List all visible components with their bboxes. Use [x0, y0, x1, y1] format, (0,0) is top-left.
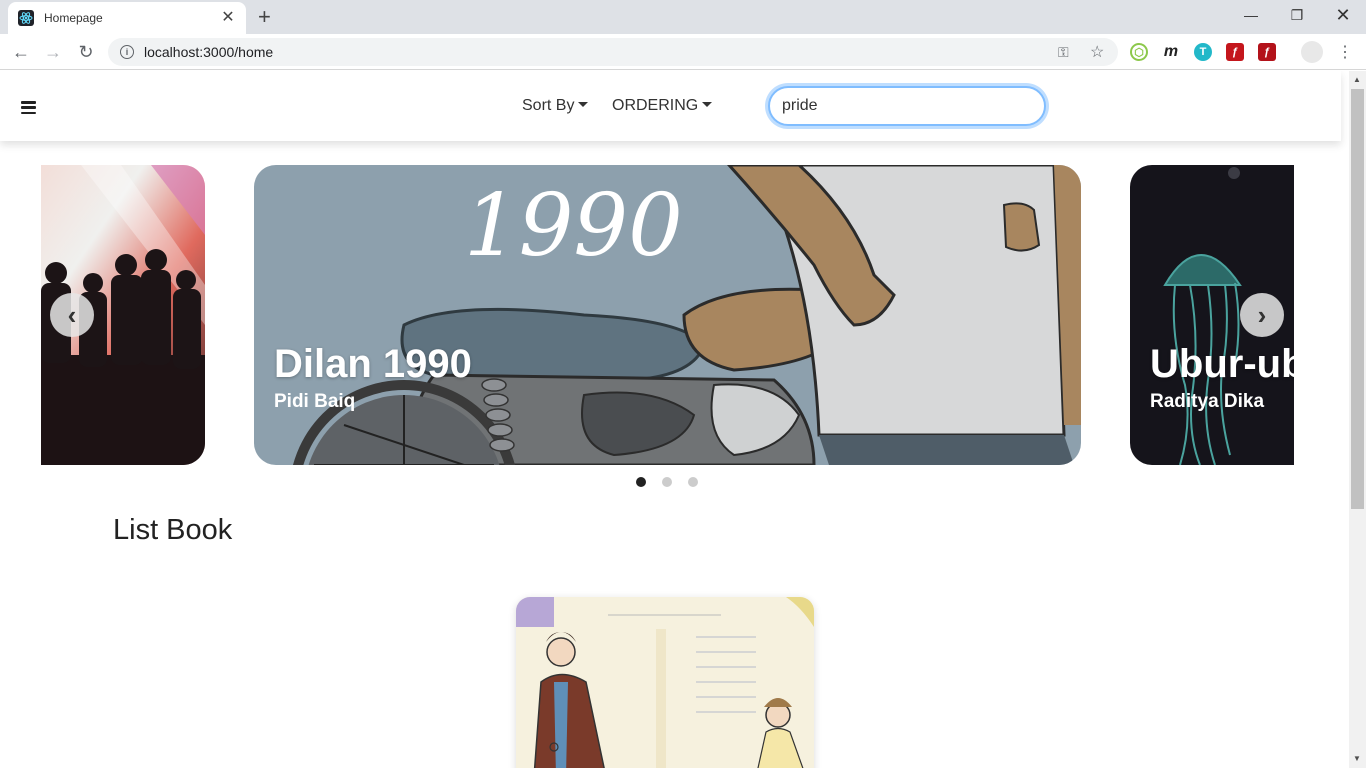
carousel-prev-button[interactable]: ‹ — [50, 293, 94, 337]
pride-prejudice-cover-image — [516, 597, 814, 768]
sort-by-label: Sort By — [522, 97, 575, 114]
slide-author: Raditya Dika — [1150, 391, 1265, 412]
caret-down-icon — [702, 101, 713, 107]
close-window-icon[interactable]: ✕ — [1320, 0, 1366, 30]
m-extension-icon[interactable]: m — [1162, 43, 1180, 61]
url-text: localhost:3000/home — [144, 44, 274, 60]
ordering-dropdown[interactable]: ORDERING — [612, 97, 713, 115]
site-info-icon[interactable]: i — [120, 45, 134, 59]
flash-extension-icon[interactable]: ƒ — [1226, 43, 1244, 61]
flash-player-extension-icon[interactable]: ƒ — [1258, 43, 1276, 61]
key-icon[interactable]: ⚿ — [1058, 44, 1069, 61]
browser-tab[interactable]: Homepage ✕ — [8, 2, 246, 34]
profile-avatar-icon[interactable] — [1301, 41, 1323, 63]
browser-tab-bar: Homepage ✕ + — ❐ ✕ — [0, 0, 1366, 34]
book-carousel: 1990 Dilan 1990 Pidi Baiq Ubur-ub Radity… — [41, 165, 1294, 465]
tab-title: Homepage — [44, 11, 103, 25]
page-scrollbar[interactable]: ▲ ▼ — [1349, 71, 1366, 768]
restore-icon[interactable]: ❐ — [1274, 0, 1320, 30]
menu-kebab-icon[interactable]: ⋮ — [1334, 41, 1356, 63]
hamburger-menu-icon[interactable] — [21, 101, 36, 114]
carousel-indicators — [636, 477, 698, 487]
reload-icon[interactable]: ↻ — [75, 41, 97, 63]
carousel-dot-3[interactable] — [688, 477, 698, 487]
sort-by-dropdown[interactable]: Sort By — [522, 97, 589, 115]
scroll-up-icon[interactable]: ▲ — [1353, 75, 1361, 84]
caret-down-icon — [578, 101, 589, 107]
search-input[interactable] — [768, 86, 1046, 126]
carousel-dot-1[interactable] — [636, 477, 646, 487]
browser-toolbar: ← → ↻ i localhost:3000/home ⚿ ☆ ⬡ m T ƒ … — [0, 34, 1366, 70]
web-page: Sort By ORDERING pride 1990 Dilan 1990 P… — [0, 71, 1349, 768]
t-extension-icon[interactable]: T — [1194, 43, 1212, 61]
app-navbar: Sort By ORDERING — [0, 71, 1341, 141]
cover-year-text: 1990 — [464, 176, 683, 276]
slide-title: Ubur-ub — [1150, 342, 1294, 386]
chevron-left-icon: ‹ — [67, 299, 77, 330]
slide-title: Dilan 1990 — [274, 342, 472, 386]
scrollbar-thumb[interactable] — [1351, 89, 1364, 509]
nodejs-extension-icon[interactable]: ⬡ — [1130, 43, 1148, 61]
ordering-label: ORDERING — [612, 97, 699, 114]
chevron-right-icon: › — [1257, 299, 1267, 330]
carousel-next-button[interactable]: › — [1240, 293, 1284, 337]
slide-author: Pidi Baiq — [274, 391, 356, 412]
close-tab-icon[interactable]: ✕ — [220, 10, 236, 26]
carousel-slide-active[interactable]: 1990 Dilan 1990 Pidi Baiq — [254, 165, 1081, 465]
book-card[interactable] — [516, 597, 814, 768]
minimize-icon[interactable]: — — [1228, 0, 1274, 30]
forward-icon[interactable]: → — [42, 41, 64, 63]
carousel-dot-2[interactable] — [662, 477, 672, 487]
list-book-heading: List Book — [113, 514, 233, 546]
scroll-down-icon[interactable]: ▼ — [1353, 754, 1361, 763]
new-tab-icon[interactable]: + — [258, 6, 271, 28]
react-icon — [18, 10, 34, 26]
star-icon[interactable]: ☆ — [1090, 42, 1104, 62]
dilan-cover-image: 1990 — [254, 165, 1081, 465]
address-bar[interactable]: i localhost:3000/home ⚿ ☆ — [108, 38, 1118, 66]
back-icon[interactable]: ← — [10, 41, 32, 63]
